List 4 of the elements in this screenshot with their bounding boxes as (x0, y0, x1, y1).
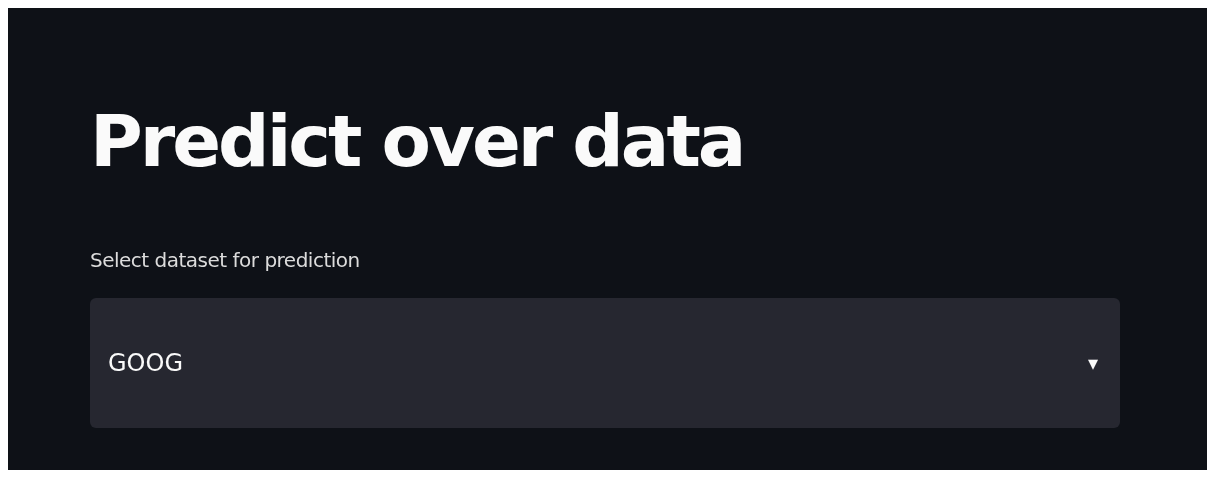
page-title: Predict over data (90, 98, 745, 185)
caret-icon: ▾ (1087, 351, 1098, 375)
dataset-select[interactable]: GOOG ▾ (90, 298, 1120, 428)
select-label: Select dataset for prediction (90, 248, 361, 272)
